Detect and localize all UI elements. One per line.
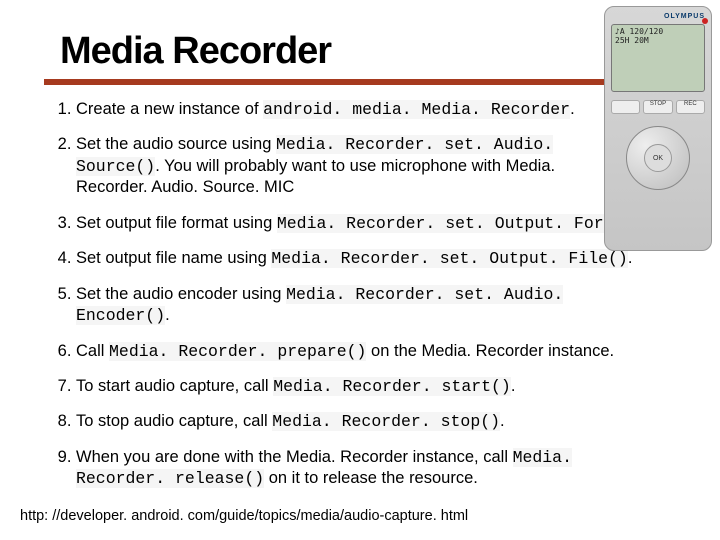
- device-stop-btn: STOP: [643, 100, 672, 114]
- device-slider: [611, 100, 640, 114]
- record-led-icon: [702, 18, 708, 24]
- step-4: Set output file name using Media. Record…: [76, 248, 700, 269]
- step-6: Call Media. Recorder. prepare() on the M…: [76, 341, 700, 362]
- step-8: To stop audio capture, call Media. Recor…: [76, 411, 700, 432]
- step-9: When you are done with the Media. Record…: [76, 447, 700, 490]
- title-underline: [44, 79, 660, 85]
- device-ok-btn: OK: [644, 144, 672, 172]
- step-5: Set the audio encoder using Media. Recor…: [76, 284, 700, 327]
- voice-recorder-image: OLYMPUS ♪A 120/120 25H 20M STOP REC OK: [604, 6, 712, 251]
- device-lcd: ♪A 120/120 25H 20M: [611, 24, 705, 92]
- steps-list: Create a new instance of android. media.…: [50, 99, 700, 490]
- device-wheel: OK: [626, 126, 690, 190]
- step-7: To start audio capture, call Media. Reco…: [76, 376, 700, 397]
- source-url: http: //developer. android. com/guide/to…: [20, 508, 468, 524]
- device-rec-btn: REC: [676, 100, 705, 114]
- device-brand: OLYMPUS: [611, 13, 705, 20]
